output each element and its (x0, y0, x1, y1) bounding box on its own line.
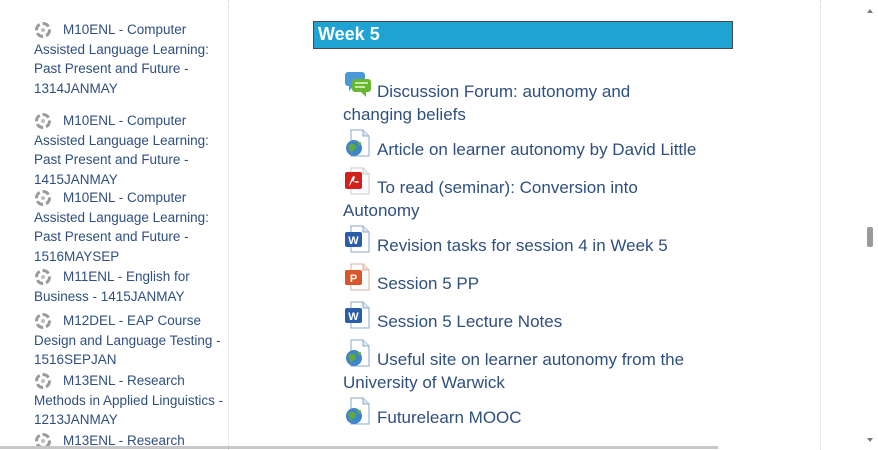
course-item[interactable]: M12DEL - EAP Course Design and Language … (34, 311, 226, 370)
course-item[interactable]: M13ENL - Research Methods in Applied Lin… (34, 371, 226, 430)
course-icon (34, 372, 52, 390)
course-section-content: Week 5 Discussion Forum: autonomy and ch… (229, 0, 821, 450)
course-link[interactable]: M13ENL - Research Methods in Applied Lin… (34, 373, 223, 427)
activity-url[interactable]: Futurelearn MOOC (343, 406, 703, 429)
course-item[interactable]: M10ENL - Computer Assisted Language Lear… (34, 111, 226, 189)
course-list-sidebar: M10ENL - Computer Assisted Language Lear… (0, 0, 229, 450)
word-document-icon (343, 224, 373, 254)
course-link[interactable]: M10ENL - Computer Assisted Language Lear… (34, 22, 209, 96)
course-item[interactable]: M11ENL - English for Business - 1415JANM… (34, 267, 226, 306)
course-link[interactable]: M10ENL - Computer Assisted Language Lear… (34, 190, 209, 264)
scroll-down-icon[interactable] (867, 438, 873, 442)
url-icon (343, 128, 373, 158)
activity-link[interactable]: Session 5 Lecture Notes (377, 312, 562, 331)
pdf-icon (343, 166, 373, 196)
section-header: Week 5 (313, 21, 733, 49)
powerpoint-icon (343, 262, 373, 292)
activity-link[interactable]: Useful site on learner autonomy from the… (343, 350, 684, 392)
course-link[interactable]: M10ENL - Computer Assisted Language Lear… (34, 113, 209, 187)
activity-pdf[interactable]: To read (seminar): Conversion into Auton… (343, 176, 703, 222)
course-link[interactable]: M11ENL - English for Business - 1415JANM… (34, 269, 190, 304)
course-item[interactable]: M10ENL - Computer Assisted Language Lear… (34, 188, 226, 266)
activity-powerpoint[interactable]: Session 5 PP (343, 272, 703, 295)
vertical-scrollbar[interactable] (862, 0, 878, 450)
section-title: Week 5 (318, 24, 380, 44)
url-icon (343, 338, 373, 368)
course-icon (34, 312, 52, 330)
activity-link[interactable]: Discussion Forum: autonomy and changing … (343, 82, 630, 124)
activity-url[interactable]: Useful site on learner autonomy from the… (343, 348, 703, 394)
course-icon (34, 112, 52, 130)
activity-link[interactable]: Session 5 PP (377, 274, 479, 293)
right-column-divider (820, 0, 821, 450)
activity-link[interactable]: To read (seminar): Conversion into Auton… (343, 178, 638, 220)
course-link[interactable]: M12DEL - EAP Course Design and Language … (34, 313, 221, 367)
course-icon (34, 21, 52, 39)
scrollbar-thumb[interactable] (867, 227, 873, 247)
activity-word[interactable]: Revision tasks for session 4 in Week 5 (343, 234, 703, 257)
activity-link[interactable]: Revision tasks for session 4 in Week 5 (377, 236, 668, 255)
activity-link[interactable]: Futurelearn MOOC (377, 408, 522, 427)
forum-icon (343, 70, 373, 100)
activity-link[interactable]: Article on learner autonomy by David Lit… (377, 140, 696, 159)
course-icon (34, 268, 52, 286)
activity-word[interactable]: Session 5 Lecture Notes (343, 310, 703, 333)
activity-forum[interactable]: Discussion Forum: autonomy and changing … (343, 80, 703, 126)
scroll-up-icon[interactable] (867, 9, 873, 13)
activity-url[interactable]: Article on learner autonomy by David Lit… (343, 138, 703, 161)
horizontal-scrollbar[interactable] (0, 446, 718, 449)
word-document-icon (343, 300, 373, 330)
course-icon (34, 189, 52, 207)
url-icon (343, 396, 373, 426)
course-item[interactable]: M10ENL - Computer Assisted Language Lear… (34, 20, 226, 98)
